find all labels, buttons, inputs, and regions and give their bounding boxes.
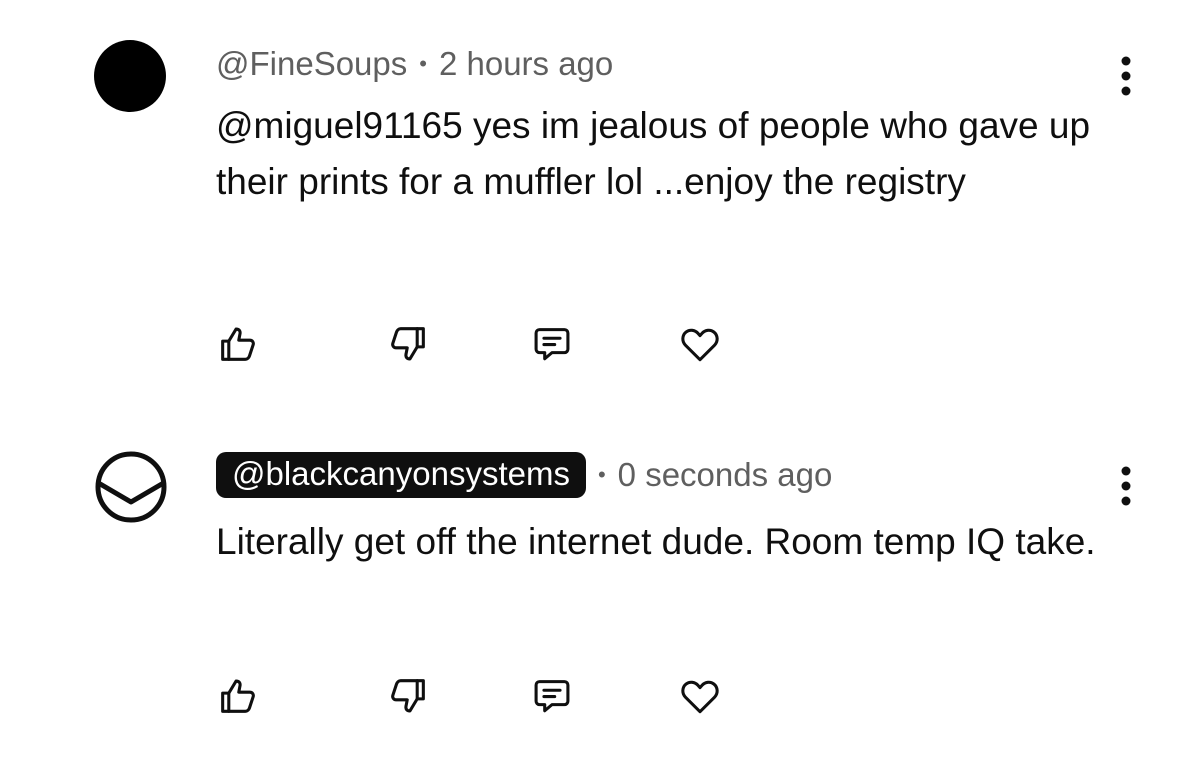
author-handle[interactable]: @FineSoups [216,45,407,83]
more-options-icon[interactable] [1112,462,1140,510]
comment-actions [200,316,760,372]
heart-button[interactable] [672,668,728,724]
avatar[interactable] [94,40,166,112]
comment-header: @FineSoups • 2 hours ago [216,44,613,84]
timestamp: 2 hours ago [438,45,614,82]
heart-icon [681,328,719,362]
heart-button[interactable] [672,316,728,372]
avatar[interactable] [94,450,168,524]
separator-dot: • [597,462,606,487]
reply-button[interactable] [524,668,580,724]
more-options-icon[interactable] [1112,52,1140,100]
thumbs-up-icon [221,679,255,713]
comment-text: @miguel91165 yes im jealous of people wh… [216,105,1091,202]
dislike-button[interactable] [380,668,436,724]
comment-actions [200,668,760,724]
comment-item: @blackcanyonsystems • 0 seconds ago Lite… [0,400,1200,769]
reply-icon [534,680,570,713]
comment-text: Literally get off the internet dude. Roo… [216,521,1096,562]
reply-button[interactable] [524,316,580,372]
comment-item: @FineSoups • 2 hours ago @miguel91165 ye… [0,0,1200,400]
thumbs-up-icon [221,327,255,361]
author-handle[interactable]: @blackcanyonsystems [216,452,586,498]
heart-icon [681,680,719,714]
thumbs-down-icon [391,679,425,713]
dislike-button[interactable] [380,316,436,372]
reply-icon [534,328,570,361]
timestamp: 0 seconds ago [617,456,833,493]
comment-header: @blackcanyonsystems • 0 seconds ago [216,451,832,499]
separator-dot: • [419,51,427,76]
like-button[interactable] [210,316,266,372]
like-button[interactable] [210,668,266,724]
black-canyon-logo-icon [95,451,167,523]
thumbs-down-icon [391,327,425,361]
